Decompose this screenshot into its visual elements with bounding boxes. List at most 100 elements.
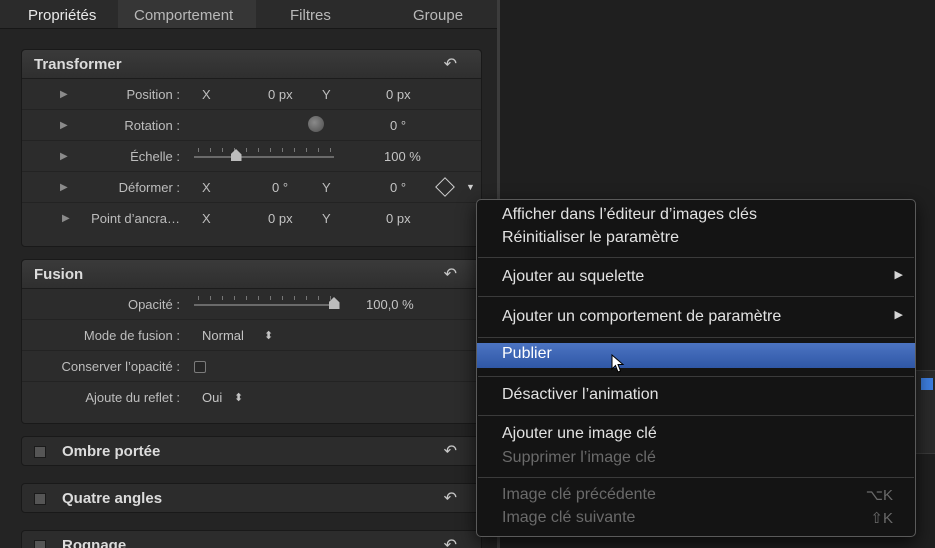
menu-item-reset-parameter[interactable]: Réinitialiser le paramètre [477,229,915,251]
section-fusion: Fusion ↶ Opacité : 100,0 % Mode de fusio… [21,259,482,424]
menu-item-add-parameter-behavior[interactable]: Ajouter un comportement de paramètre ▶ [477,308,915,330]
x-axis-label: X [202,211,211,226]
add-to-rig-label: Ajouter au squelette [502,268,645,285]
y-axis-label: Y [322,211,331,226]
menu-item-add-keyframe[interactable]: Ajouter une image clé [477,425,915,447]
rotation-row: ▶ Rotation : 0 ° [22,110,481,141]
menu-item-add-to-rig[interactable]: Ajouter au squelette ▶ [477,268,915,290]
anchor-y-value[interactable]: 0 px [386,211,411,226]
enable-checkbox[interactable] [34,446,46,458]
position-y-value[interactable]: 0 px [386,87,411,102]
rotation-dial-icon[interactable] [308,116,324,132]
tab-groupe[interactable]: Groupe [413,7,463,24]
x-axis-label: X [202,180,211,195]
menu-item-delete-keyframe: Supprimer l’image clé [502,449,656,466]
previous-keyframe-shortcut: ⌥K [865,487,893,504]
menu-item-show-keyframe-editor[interactable]: Afficher dans l’éditeur d’images clés [477,206,915,228]
layer-icon [921,378,933,390]
scale-row: ▶ Échelle : 100 % [22,141,481,172]
section-ombre-portee[interactable]: Ombre portée ↶ [21,436,482,466]
menu-item-next-keyframe: Image clé suivante ⇧K [477,509,915,531]
reflection-row: Ajoute du reflet : Oui ⬍ [22,382,481,412]
scale-slider-ticks [198,148,336,152]
opacity-value[interactable]: 100,0 % [366,297,414,312]
next-keyframe-label: Image clé suivante [502,509,636,526]
anchor-x-value[interactable]: 0 px [268,211,293,226]
reset-icon[interactable]: ↶ [444,488,457,508]
opacity-slider-ticks [198,296,336,300]
keyframe-diamond-icon[interactable] [435,177,455,197]
menu-item-disable-animation[interactable]: Désactiver l’animation [477,386,915,408]
inspector-tabs: Propriétés Comportement Filtres Groupe [0,0,497,29]
quatre-angles-title: Quatre angles [62,490,163,507]
menu-item-previous-keyframe: Image clé précédente ⌥K [477,486,915,508]
blend-mode-select[interactable]: Normal [202,328,244,343]
y-axis-label: Y [322,87,331,102]
popup-arrows-icon[interactable]: ⬍ [264,329,273,342]
tab-filtres[interactable]: Filtres [290,7,331,24]
rognage-title: Rognage [62,537,127,548]
disclosure-triangle-icon[interactable]: ▶ [62,213,70,224]
transformer-title: Transformer [34,56,122,73]
section-rognage[interactable]: Rognage ↶ [21,530,482,548]
transformer-header[interactable]: Transformer ↶ [22,50,481,79]
rotation-label: Rotation : [124,118,180,133]
opacity-slider[interactable] [194,304,334,306]
inspector-panel: Propriétés Comportement Filtres Groupe T… [0,0,497,548]
next-keyframe-shortcut: ⇧K [870,510,893,527]
reset-icon[interactable]: ↶ [444,54,457,74]
blend-mode-label: Mode de fusion : [83,328,180,343]
enable-checkbox[interactable] [34,493,46,505]
anchor-label: Point d’ancra… [91,211,180,226]
add-behavior-label: Ajouter un comportement de paramètre [502,308,782,325]
preserve-opacity-label: Conserver l’opacité : [61,359,181,374]
x-axis-label: X [202,87,211,102]
context-menu: Afficher dans l’éditeur d’images clés Ré… [476,199,916,537]
scale-value[interactable]: 100 % [384,149,421,164]
menu-separator [478,296,914,297]
reflection-select[interactable]: Oui [202,390,222,405]
preserve-opacity-checkbox[interactable] [194,361,206,373]
scale-label: Échelle : [130,149,180,164]
position-label: Position : [126,87,180,102]
menu-separator [478,257,914,258]
chevron-down-icon[interactable]: ▼ [466,182,475,192]
disclosure-triangle-icon[interactable]: ▶ [60,182,68,193]
section-transformer: Transformer ↶ ▶ Position : X 0 px Y 0 px… [21,49,482,247]
enable-checkbox[interactable] [34,540,46,548]
reset-icon[interactable]: ↶ [444,535,457,548]
menu-separator [478,376,914,377]
disclosure-triangle-icon[interactable]: ▶ [60,120,68,131]
menu-item-publish[interactable]: Publier [477,343,915,368]
tab-comportement[interactable]: Comportement [134,7,233,24]
opacity-row: Opacité : 100,0 % [22,289,481,320]
ombre-portee-title: Ombre portée [62,443,161,460]
reset-icon[interactable]: ↶ [444,441,457,461]
previous-keyframe-label: Image clé précédente [502,486,656,503]
disclosure-triangle-icon[interactable]: ▶ [60,89,68,100]
y-axis-label: Y [322,180,331,195]
mouse-pointer-icon [611,354,625,373]
menu-separator [478,477,914,478]
skew-x-value[interactable]: 0 ° [272,180,288,195]
section-quatre-angles[interactable]: Quatre angles ↶ [21,483,482,513]
preserve-opacity-row: Conserver l’opacité : [22,351,481,382]
anchor-row: ▶ Point d’ancra… X 0 px Y 0 px [22,203,481,233]
popup-arrows-icon[interactable]: ⬍ [234,391,243,404]
blend-mode-row: Mode de fusion : Normal ⬍ [22,320,481,351]
tab-proprietes[interactable]: Propriétés [28,7,96,24]
rotation-value[interactable]: 0 ° [390,118,406,133]
position-x-value[interactable]: 0 px [268,87,293,102]
fusion-title: Fusion [34,266,84,283]
scale-slider[interactable] [194,156,334,158]
menu-separator [478,415,914,416]
fusion-header[interactable]: Fusion ↶ [22,260,481,289]
skew-label: Déformer : [118,180,180,195]
disclosure-triangle-icon[interactable]: ▶ [60,151,68,162]
skew-row: ▶ Déformer : X 0 ° Y 0 ° ▼ [22,172,481,203]
reflection-label: Ajoute du reflet : [85,390,180,405]
reset-icon[interactable]: ↶ [444,264,457,284]
skew-y-value[interactable]: 0 ° [390,180,406,195]
menu-separator [478,337,914,338]
opacity-label: Opacité : [127,297,180,312]
